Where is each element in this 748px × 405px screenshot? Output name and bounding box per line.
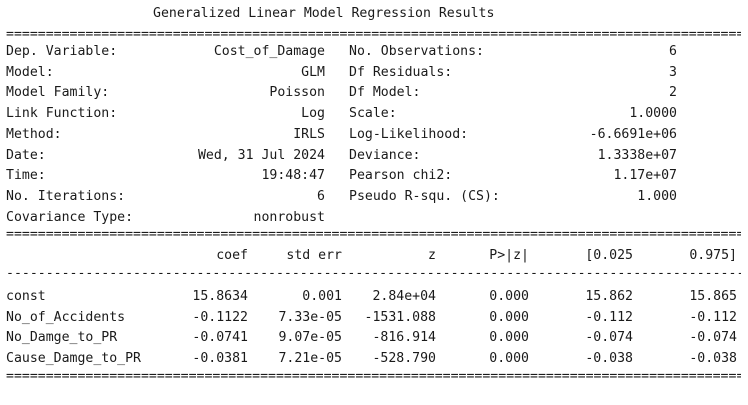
table-cell: -0.0741	[192, 330, 248, 346]
column-header: coef	[216, 248, 248, 263]
info-row: Link Function: Log Scale: 1.0000	[0, 104, 748, 125]
table-cell: -0.038	[585, 351, 633, 367]
table-cell: -0.074	[585, 330, 633, 346]
info-value: GLM	[301, 64, 325, 80]
info-value: Log	[301, 106, 325, 122]
info-value: IRLS	[293, 126, 325, 142]
stat-label: Log-Likelihood:	[349, 126, 469, 142]
table-cell: 0.000	[489, 330, 529, 346]
table-row: const 15.8634 0.001 2.84e+04 0.000 15.862 15.8…	[0, 287, 748, 308]
stat-label: Scale:	[349, 106, 397, 122]
stat-value: 2	[669, 85, 677, 101]
table-separator: ========================================…	[6, 231, 741, 241]
stat-label: Pearson chi2:	[349, 168, 453, 184]
table-cell: -0.112	[689, 309, 737, 325]
table-cell: -0.1122	[192, 309, 248, 325]
table-cell: 0.000	[489, 289, 529, 304]
column-header: std err	[286, 248, 342, 263]
table-cell: -816.914	[372, 330, 436, 346]
table-cell: -528.790	[372, 351, 436, 367]
stat-label: Pseudo R-squ. (CS):	[349, 188, 500, 204]
table-cell: 2.84e+04	[372, 289, 436, 304]
info-value: Wed, 31 Jul 2024	[197, 147, 325, 163]
stat-label: Df Residuals:	[349, 64, 453, 80]
info-value: Cost_of_Damage	[213, 44, 325, 59]
info-row: Covariance Type: nonrobust	[0, 208, 748, 229]
info-value: Poisson	[269, 85, 325, 101]
info-row: Date: Wed, 31 Jul 2024 Deviance: 1.3338e+07	[0, 146, 748, 167]
summary-title-row: Generalized Linear Model Regression Resu…	[0, 4, 748, 25]
stat-label: No. Observations:	[349, 44, 484, 59]
coef-header-row: coef std err z P>|z| [0.025 0.975]	[0, 246, 748, 267]
table-cell: -0.074	[689, 330, 737, 346]
stat-value: -6.6691e+06	[589, 126, 677, 142]
stat-value: 6	[669, 44, 677, 59]
table-cell: -0.112	[585, 309, 633, 325]
column-header: z	[428, 248, 436, 263]
info-value: 6	[317, 188, 325, 204]
table-row: Cause_Damge_to_PR -0.0381 7.21e-05 -528.790…	[0, 349, 748, 370]
info-row: Method: IRLS Log-Likelihood: -6.6691e+06	[0, 125, 748, 146]
top-separator: ========================================…	[6, 31, 741, 41]
column-header: 0.975]	[689, 248, 737, 263]
stat-value: 1.0000	[629, 106, 677, 122]
table-cell: 0.000	[489, 351, 529, 367]
stat-label: Df Model:	[349, 85, 421, 101]
summary-title: Generalized Linear Model Regression Resu…	[153, 6, 495, 21]
table-cell: 9.07e-05	[278, 330, 342, 346]
stat-value: 1.3338e+07	[597, 147, 677, 163]
table-cell: 0.000	[489, 309, 529, 325]
header-separator: ----------------------------------------…	[6, 270, 741, 280]
table-cell: 15.865	[689, 289, 737, 304]
table-cell: 7.21e-05	[278, 351, 342, 367]
stat-value: 1.000	[637, 188, 677, 204]
table-row: No_Damge_to_PR -0.0741 9.07e-05 -816.914 0.0…	[0, 328, 748, 349]
table-cell: -0.0381	[192, 351, 248, 367]
table-cell: 15.8634	[192, 289, 248, 304]
info-value: 19:48:47	[261, 168, 325, 184]
stat-value: 3	[669, 64, 677, 80]
info-row: Dep. Variable: Cost_of_Damage No. Observat…	[0, 42, 748, 63]
info-value: nonrobust	[253, 209, 325, 225]
bottom-separator: ========================================…	[6, 373, 741, 383]
column-header: [0.025	[585, 248, 633, 263]
table-cell: 0.001	[302, 289, 342, 304]
stat-label: Deviance:	[349, 147, 421, 163]
table-row: No_of_Accidents -0.1122 7.33e-05 -1531.088 0…	[0, 308, 748, 329]
table-cell: 15.862	[585, 289, 633, 304]
info-row: Time: 19:48:47 Pearson chi2: 1.17e+07	[0, 166, 748, 187]
table-cell: 7.33e-05	[278, 309, 342, 325]
table-cell: -1531.088	[364, 309, 436, 325]
column-header: P>|z|	[489, 248, 529, 263]
info-row: Model: GLM Df Residuals: 3	[0, 63, 748, 84]
info-row: Model Family: Poisson Df Model: 2	[0, 83, 748, 104]
table-cell: -0.038	[689, 351, 737, 367]
stat-value: 1.17e+07	[613, 168, 677, 184]
info-row: No. Iterations: 6 Pseudo R-squ. (CS): 1.000	[0, 187, 748, 208]
